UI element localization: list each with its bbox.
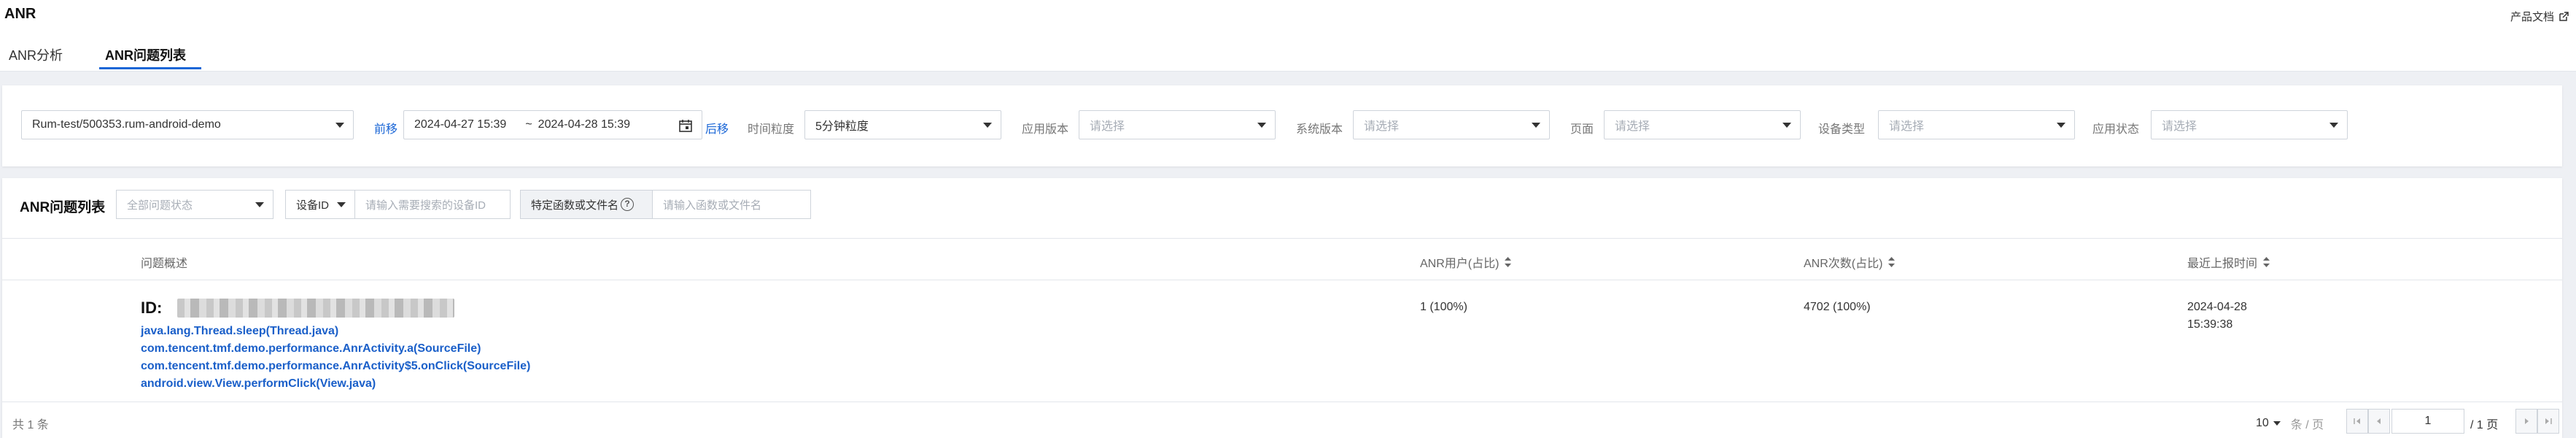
- issue-status-placeholder: 全部问题状态: [127, 199, 193, 212]
- chevron-down-icon: [337, 202, 346, 207]
- page-filter-label: 页面: [1570, 123, 1594, 136]
- app-state-placeholder: 请选择: [2162, 120, 2197, 133]
- calendar-icon: [679, 120, 692, 132]
- column-label: 最近上报时间: [2187, 258, 2258, 270]
- time-next-link[interactable]: 后移: [705, 119, 729, 137]
- time-prev-link[interactable]: 前移: [374, 119, 397, 137]
- system-version-label: 系统版本: [1296, 123, 1343, 136]
- column-header-anr-users[interactable]: ANR用户(占比): [1420, 253, 1512, 271]
- column-header-summary: 问题概述: [141, 253, 187, 271]
- issue-id-label: ID:: [141, 299, 163, 317]
- external-link-icon: [2559, 11, 2569, 21]
- tab-anr-analysis[interactable]: ANR分析: [9, 45, 63, 64]
- func-filter-input[interactable]: 请输入函数或文件名: [652, 190, 811, 219]
- func-filter-placeholder: 请输入函数或文件名: [663, 199, 762, 212]
- page-select[interactable]: 请选择: [1604, 110, 1801, 139]
- page-total: / 1 页: [2470, 419, 2499, 431]
- app-select[interactable]: Rum-test/500353.rum-android-demo: [21, 110, 354, 139]
- stack-frame[interactable]: java.lang.Thread.sleep(Thread.java): [141, 325, 338, 338]
- chevron-down-icon: [1532, 123, 1540, 128]
- next-page-button[interactable]: [2515, 409, 2537, 434]
- stack-frame[interactable]: com.tencent.tmf.demo.performance.AnrActi…: [141, 342, 481, 356]
- chevron-down-icon: [1782, 123, 1791, 128]
- last-report-date: 2024-04-28: [2187, 301, 2247, 313]
- granularity-value: 5分钟粒度: [815, 120, 869, 133]
- sort-icon: [1888, 257, 1896, 267]
- issue-status-select[interactable]: 全部问题状态: [116, 190, 273, 219]
- device-type-label: 设备类型: [1818, 123, 1866, 136]
- page-header: ANR 产品文档 ANR分析 ANR问题列表: [0, 0, 2576, 72]
- column-header-anr-count[interactable]: ANR次数(占比): [1804, 253, 1896, 271]
- anr-users-value: 1 (100%): [1420, 301, 1467, 313]
- help-icon[interactable]: ?: [621, 198, 635, 211]
- app-state-select[interactable]: 请选择: [2151, 110, 2348, 139]
- chevron-right-icon: [2525, 418, 2529, 424]
- device-id-type-value: 设备ID: [296, 199, 330, 212]
- device-type-placeholder: 请选择: [1889, 120, 1925, 133]
- issue-list-panel: ANR问题列表 全部问题状态 设备ID 请输入需要搜索的设备ID 特定函数或文件…: [2, 178, 2562, 438]
- device-id-input[interactable]: 请输入需要搜索的设备ID: [354, 190, 511, 219]
- sort-icon: [1505, 257, 1512, 267]
- stack-frame[interactable]: android.view.View.performClick(View.java…: [141, 377, 376, 391]
- device-id-type-select[interactable]: 设备ID: [285, 190, 355, 219]
- column-label: ANR次数(占比): [1804, 258, 1883, 270]
- issue-id-redacted: [177, 299, 454, 318]
- page-placeholder: 请选择: [1615, 120, 1650, 133]
- system-version-placeholder: 请选择: [1364, 120, 1400, 133]
- stack-frame[interactable]: com.tencent.tmf.demo.performance.AnrActi…: [141, 360, 530, 373]
- device-id-placeholder: 请输入需要搜索的设备ID: [365, 199, 486, 212]
- date-end: 2024-04-28 15:39: [538, 118, 630, 131]
- chevron-down-icon: [335, 123, 344, 128]
- column-header-last-report[interactable]: 最近上报时间: [2187, 253, 2270, 271]
- page-title: ANR: [4, 6, 36, 22]
- func-filter-label: 特定函数或文件名 ?: [520, 190, 653, 219]
- app-select-value: Rum-test/500353.rum-android-demo: [32, 118, 221, 131]
- chevron-down-icon: [983, 123, 992, 128]
- app-version-select[interactable]: 请选择: [1079, 110, 1276, 139]
- date-start: 2024-04-27 15:39: [414, 118, 507, 131]
- page-size-unit: 条 / 页: [2290, 419, 2324, 431]
- chevron-down-icon: [255, 202, 264, 207]
- product-doc-link[interactable]: 产品文档: [2510, 9, 2569, 24]
- chevron-down-icon: [2329, 123, 2338, 128]
- granularity-label: 时间粒度: [748, 123, 795, 136]
- table-header: 问题概述 ANR用户(占比) ANR次数(占比) 最近上报时间: [2, 238, 2562, 280]
- first-page-button[interactable]: [2346, 409, 2368, 434]
- prev-page-button[interactable]: [2368, 409, 2390, 434]
- product-doc-label: 产品文档: [2510, 11, 2554, 23]
- page-size-value: 10: [2256, 417, 2269, 429]
- system-version-select[interactable]: 请选择: [1353, 110, 1550, 139]
- chevron-down-icon: [2057, 123, 2065, 128]
- app-state-label: 应用状态: [2092, 123, 2140, 136]
- page-current: 1: [2424, 415, 2432, 427]
- last-page-button[interactable]: [2537, 409, 2559, 434]
- column-label: 问题概述: [141, 258, 188, 270]
- date-separator: ~: [525, 118, 532, 131]
- page-size-select[interactable]: 10 条 / 页: [2256, 415, 2324, 432]
- filter-panel: Rum-test/500353.rum-android-demo 前移 2024…: [2, 85, 2562, 166]
- sort-icon: [2263, 257, 2270, 267]
- app-version-placeholder: 请选择: [1090, 120, 1125, 133]
- list-title: ANR问题列表: [20, 200, 106, 215]
- active-tab-indicator: [99, 67, 201, 69]
- table-row[interactable]: ID: java.lang.Thread.sleep(Thread.java) …: [2, 281, 2562, 402]
- granularity-select[interactable]: 5分钟粒度: [804, 110, 1001, 139]
- device-type-select[interactable]: 请选择: [1878, 110, 2075, 139]
- column-label: ANR用户(占比): [1420, 258, 1500, 270]
- last-page-icon: [2545, 418, 2552, 424]
- func-filter-text: 特定函数或文件名: [531, 199, 619, 212]
- chevron-left-icon: [2377, 418, 2381, 424]
- tab-anr-issue-list[interactable]: ANR问题列表: [105, 45, 186, 64]
- last-report-time: 15:39:38: [2187, 318, 2233, 331]
- app-version-label: 应用版本: [1022, 123, 1069, 136]
- anr-count-value: 4702 (100%): [1804, 301, 1871, 313]
- total-count: 共 1 条: [12, 419, 49, 431]
- chevron-down-icon: [1257, 123, 1266, 128]
- date-range-picker[interactable]: 2024-04-27 15:39 ~ 2024-04-28 15:39: [403, 110, 702, 139]
- chevron-down-icon: [2273, 421, 2281, 426]
- page-number-input[interactable]: 1: [2391, 409, 2464, 434]
- first-page-icon: [2354, 418, 2360, 424]
